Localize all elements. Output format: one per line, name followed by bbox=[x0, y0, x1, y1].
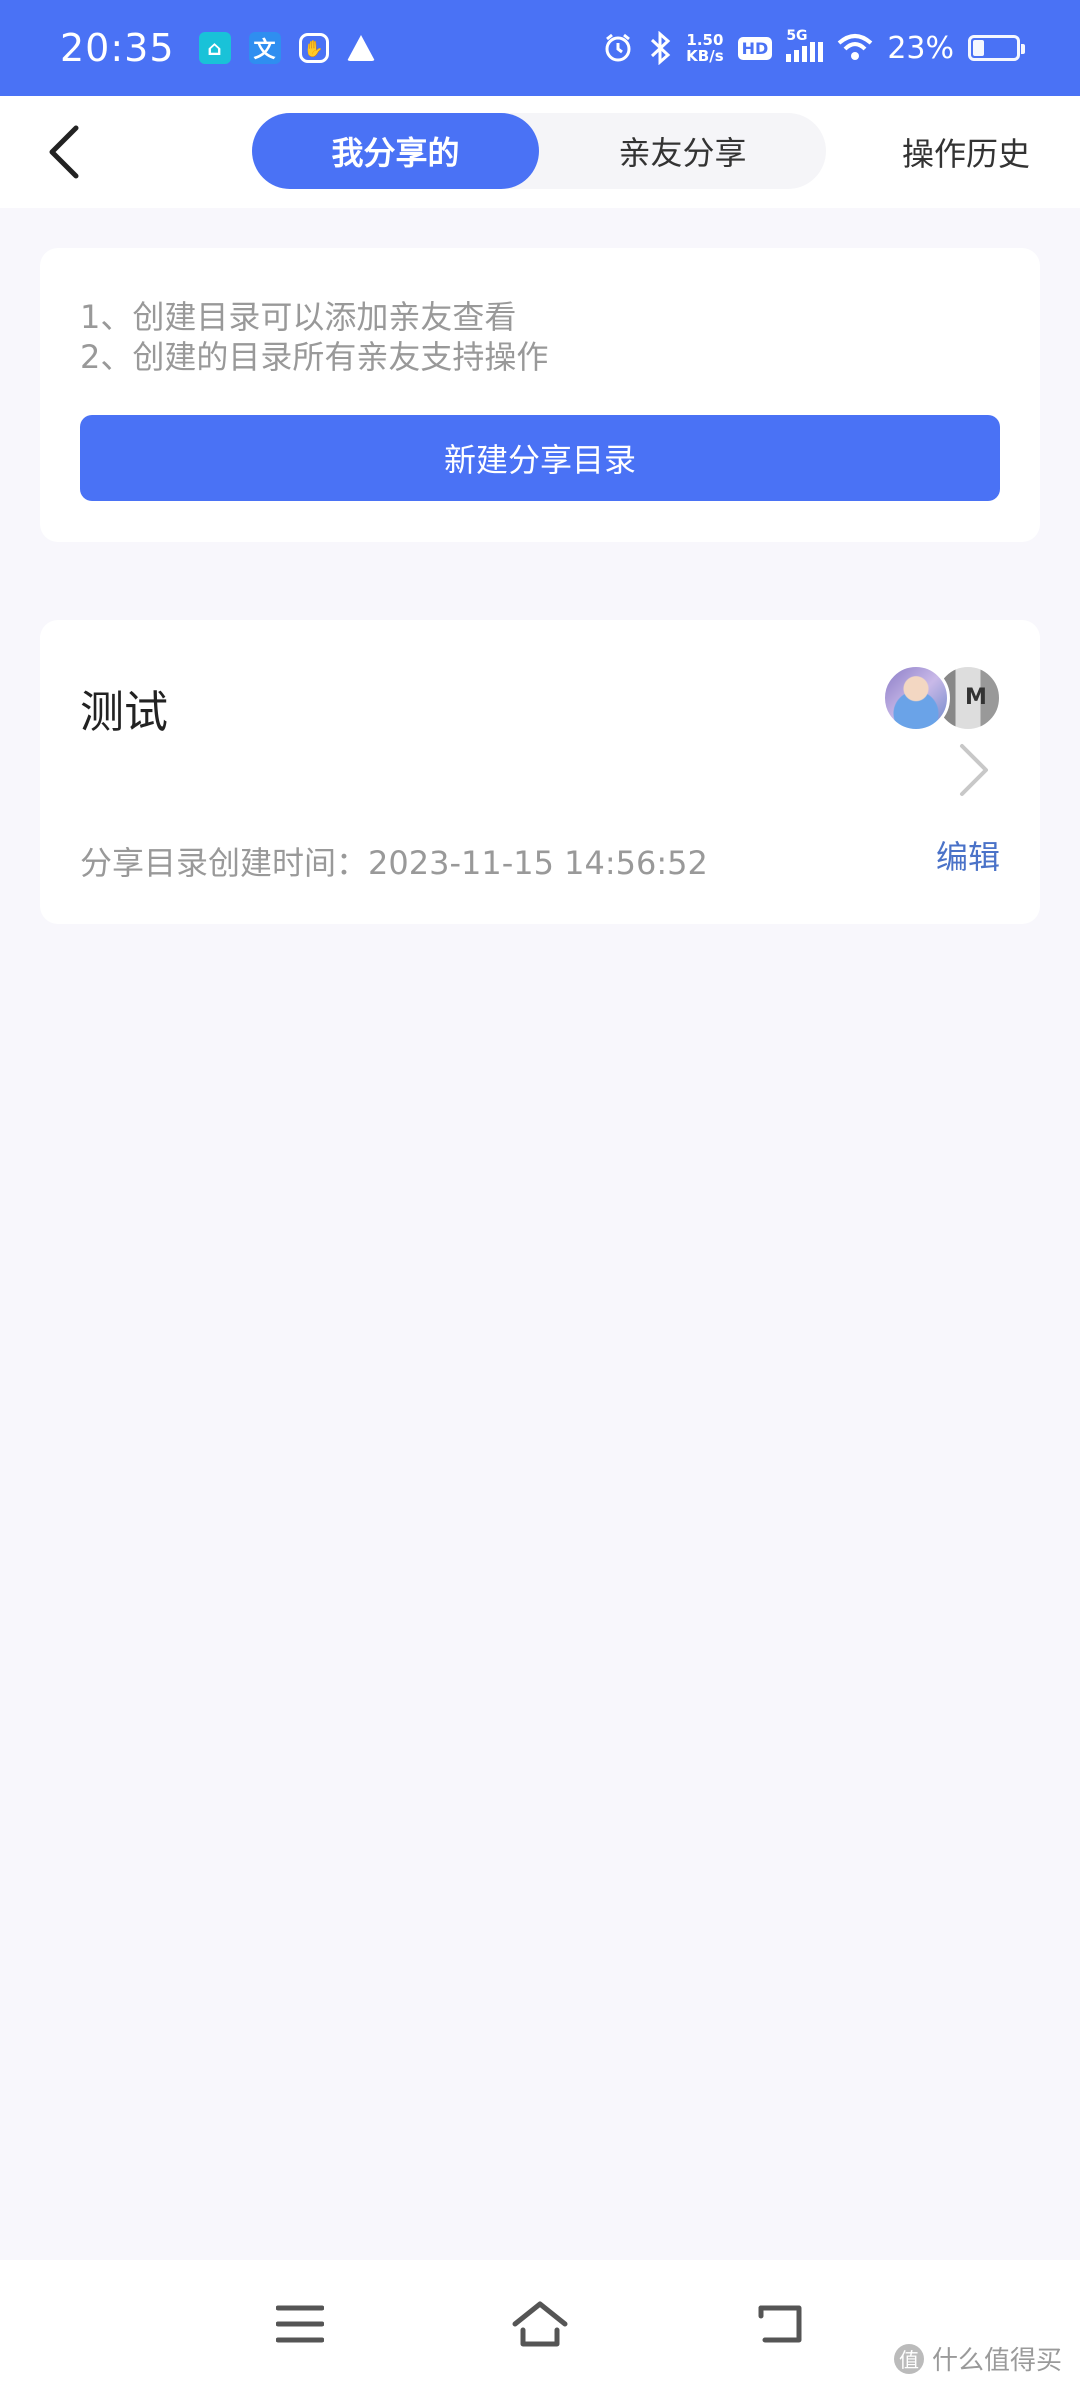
battery-percent: 23% bbox=[887, 30, 954, 66]
tab-family-shares[interactable]: 亲友分享 bbox=[539, 113, 826, 189]
speed-value: 1.50 bbox=[686, 31, 724, 49]
status-time: 20:35 bbox=[60, 26, 175, 70]
info-card: 1、创建目录可以添加亲友查看 2、创建的目录所有亲友支持操作 新建分享目录 bbox=[40, 248, 1040, 542]
back-nav-button[interactable] bbox=[750, 2294, 810, 2354]
wifi-icon bbox=[837, 34, 873, 60]
watermark-text: 什么值得买 bbox=[931, 2346, 1062, 2376]
return-icon bbox=[758, 2305, 802, 2343]
back-button[interactable] bbox=[34, 122, 94, 182]
tab-my-shares[interactable]: 我分享的 bbox=[252, 113, 539, 189]
notification-icons: ⌂ 文 ✋ bbox=[198, 32, 375, 64]
home-icon bbox=[512, 2301, 568, 2347]
home-button[interactable] bbox=[510, 2294, 570, 2354]
system-icons: 1.50 KB/s HD 5G 23% bbox=[602, 28, 1025, 66]
warning-icon bbox=[346, 35, 375, 61]
watermark-logo: 值 bbox=[893, 2343, 924, 2374]
create-share-folder-button[interactable]: 新建分享目录 bbox=[80, 415, 1000, 501]
alarm-icon bbox=[605, 33, 631, 62]
folder-created-time: 分享目录创建时间：2023-11-15 14:56:52 bbox=[80, 844, 708, 882]
home-app-icon: ⌂ bbox=[198, 32, 231, 64]
speed-unit: KB/s bbox=[686, 47, 724, 65]
battery-fill bbox=[973, 40, 984, 56]
network-speed: 1.50 KB/s bbox=[686, 32, 723, 64]
folder-name: 测试 bbox=[80, 687, 168, 738]
chevron-right-icon[interactable] bbox=[954, 740, 994, 800]
bluetooth-icon bbox=[651, 31, 671, 65]
info-line-2: 2、创建的目录所有亲友支持操作 bbox=[80, 338, 549, 376]
member-avatars bbox=[882, 664, 1004, 734]
folder-card[interactable]: 测试 分享目录创建时间：2023-11-15 14:56:52 编辑 bbox=[40, 620, 1040, 924]
edit-button[interactable]: 编辑 bbox=[936, 832, 1000, 878]
battery-icon bbox=[968, 35, 1025, 61]
operation-history-link[interactable]: 操作历史 bbox=[902, 126, 1030, 178]
status-bar: 20:35 ⌂ 文 ✋ 1.50 KB/s HD 5G 23% bbox=[0, 0, 1080, 96]
avatar bbox=[882, 664, 950, 732]
chevron-left-icon bbox=[49, 125, 79, 179]
translate-icon: 文 bbox=[248, 32, 281, 64]
menu-icon bbox=[276, 2305, 324, 2343]
hd-badge: HD bbox=[737, 36, 773, 60]
network-type: 5G bbox=[786, 28, 808, 44]
menu-button[interactable] bbox=[270, 2294, 330, 2354]
signal-icon: 5G bbox=[786, 28, 824, 62]
watermark: 值 什么值得买 bbox=[893, 2340, 1062, 2377]
top-header: 我分享的 亲友分享 操作历史 bbox=[0, 96, 1080, 208]
tab-group: 我分享的 亲友分享 bbox=[252, 113, 826, 189]
hand-icon: ✋ bbox=[298, 33, 329, 63]
